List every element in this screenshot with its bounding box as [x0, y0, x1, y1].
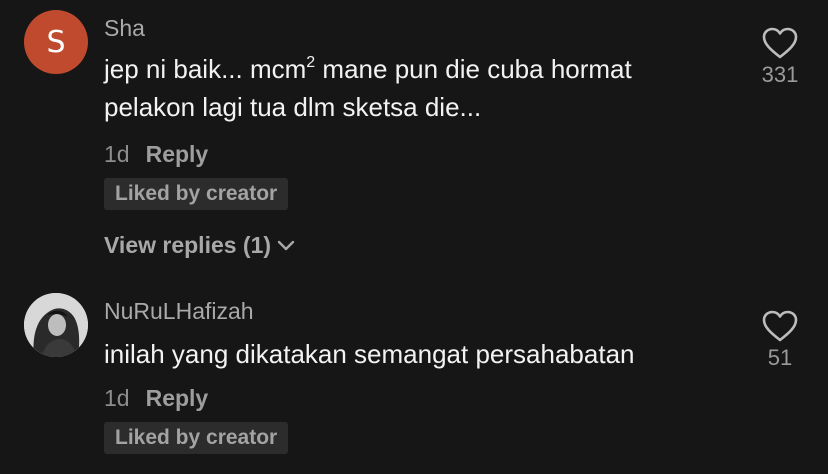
avatar[interactable]: S [24, 10, 88, 74]
liked-by-creator-badge: Liked by creator [104, 178, 289, 210]
comment-text: inilah yang dikatakan semangat persahaba… [104, 339, 635, 369]
reply-button[interactable]: Reply [146, 141, 209, 168]
comment-text-superscript: 2 [306, 54, 316, 71]
like-column: 331 [740, 26, 820, 88]
comment-meta: 1d Reply [104, 141, 208, 168]
comment-item: S Sha jep ni baik... mcm2 mane pun die c… [0, 0, 828, 280]
comment-item: NuRuLHafizah inilah yang dikatakan seman… [0, 280, 828, 474]
heart-outline-icon[interactable] [761, 309, 799, 343]
comment-text: jep ni baik... mcm2 mane pun die cuba ho… [104, 50, 724, 126]
like-column: 51 [740, 309, 820, 371]
liked-by-creator-badge: Liked by creator [104, 422, 289, 454]
avatar[interactable] [24, 293, 88, 357]
comment-timestamp: 1d [104, 385, 130, 411]
comment-text-part: jep ni baik... mcm [104, 54, 307, 84]
view-replies-label: View replies (1) [104, 232, 272, 258]
reply-button[interactable]: Reply [146, 385, 209, 412]
view-replies-button[interactable]: View replies (1) [104, 232, 295, 259]
comment-username[interactable]: NuRuLHafizah [104, 298, 254, 325]
chevron-down-icon [277, 240, 295, 250]
like-count: 51 [767, 345, 793, 370]
avatar-letter: S [46, 24, 66, 60]
profile-photo-icon [24, 293, 88, 357]
heart-outline-icon[interactable] [761, 26, 799, 60]
comment-username[interactable]: Sha [104, 15, 145, 42]
comment-meta: 1d Reply [104, 385, 208, 412]
comment-list: S Sha jep ni baik... mcm2 mane pun die c… [0, 0, 828, 474]
comment-timestamp: 1d [104, 141, 130, 167]
like-count: 331 [761, 62, 799, 87]
